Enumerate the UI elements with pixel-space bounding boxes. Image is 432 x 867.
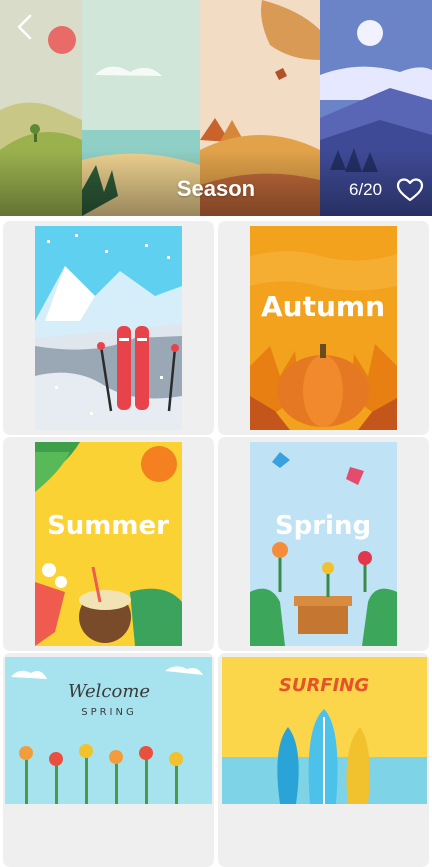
summer-card-text: Summer — [47, 511, 169, 541]
progress-count: 6/20 — [349, 180, 383, 199]
spring-flowers-artwork: Spring — [250, 442, 397, 646]
welcome-spring-artwork: Welcome SPRING — [5, 657, 212, 804]
heart-outline-icon — [396, 178, 424, 202]
picture-grid: Autumn Summer Spring Welcome SPRING SURF… — [0, 216, 432, 867]
autumn-pumpkin-artwork: Autumn — [250, 226, 397, 430]
card-summer-coconut[interactable]: Summer — [3, 437, 214, 651]
summer-coconut-artwork: Summer — [35, 442, 182, 646]
surfing-card-text: SURFING — [279, 675, 369, 696]
favorite-button[interactable] — [396, 177, 424, 203]
welcome-card-subtext: SPRING — [81, 707, 137, 718]
winter-skis-artwork — [35, 226, 182, 430]
card-welcome-spring[interactable]: Welcome SPRING — [3, 653, 214, 867]
card-autumn-pumpkin[interactable]: Autumn — [218, 221, 429, 435]
back-button[interactable] — [10, 10, 40, 44]
card-spring-flowers[interactable]: Spring — [218, 437, 429, 651]
welcome-card-text: Welcome — [68, 681, 150, 702]
header-banner: Season 6/20 — [0, 0, 432, 216]
spring-card-text: Spring — [275, 511, 371, 541]
surfing-artwork: SURFING — [222, 657, 427, 804]
card-surfing[interactable]: SURFING — [218, 653, 429, 867]
autumn-card-text: Autumn — [261, 290, 385, 323]
chevron-left-icon — [17, 14, 32, 40]
card-winter-skis[interactable] — [3, 221, 214, 435]
